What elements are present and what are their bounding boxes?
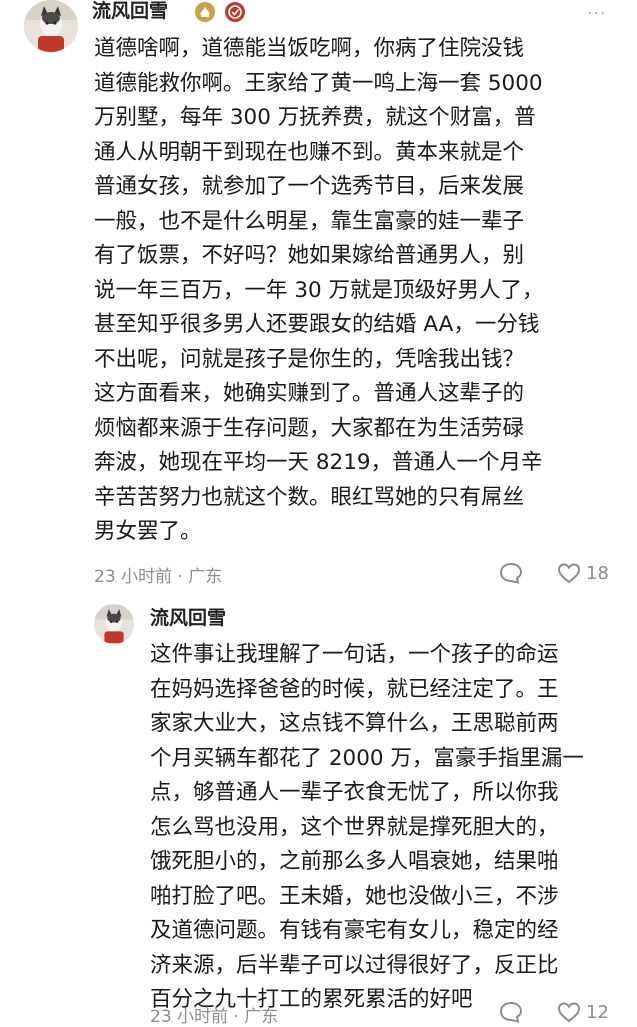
comment-line: 有了饭票，不好吗？她如果嫁给普通男人，别 [94, 243, 525, 268]
comment-line: 辛苦苦努力也就这个数。眼红骂她的只有屌丝 [94, 484, 525, 510]
comment-actions: 18 [498, 561, 609, 585]
comment-line: 饿死胆小的，之前那么多人唱衰她，结果啪 [150, 849, 559, 874]
like-count: 12 [586, 1001, 609, 1023]
like-button[interactable]: 18 [556, 561, 609, 585]
reply-button[interactable] [498, 561, 524, 585]
like-count: 18 [586, 562, 609, 584]
comment-line: 说一年三百万，一年 30 万就是顶级好男人了， [94, 277, 544, 303]
comment-line: 通人从明朝干到现在也赚不到。黄本来就是个 [94, 139, 525, 165]
avatar[interactable] [94, 604, 134, 644]
comment-actions: 12 [498, 1000, 609, 1024]
username[interactable]: 流风回雪 [92, 0, 168, 23]
comment-line: 这方面看来，她确实赚到了。普通人这辈子的 [94, 381, 525, 406]
heart-icon [557, 563, 581, 584]
comment-line: 道德能救你啊。王家给了黄一鸣上海一套 5000 [94, 70, 543, 96]
comment-text: 这件事让我理解了一句话，一个孩子的命运 在妈妈选择爸爸的时候，就已经注定了。王 … [150, 638, 584, 1018]
comment-line: 点，够普通人一辈子衣食无忧了，所以你我 [150, 780, 559, 805]
comment-line: 烦恼都来源于生存问题，大家都在为生活劳碌 [94, 415, 525, 441]
comment-line: 一般，也不是什么明星，靠生富豪的娃一辈子 [94, 208, 525, 234]
reply-bubble-icon [499, 562, 523, 584]
comment-reply: 流风回雪 这件事让我理解了一句话，一个孩子的命运 在妈妈选择爸爸的时候，就已经注… [0, 600, 637, 1027]
heart-icon [557, 1002, 581, 1023]
comment-line: 及道德问题。有钱有豪宅有女儿，稳定的经 [150, 918, 559, 943]
comment-line: 甚至知乎很多男人还要跟女的结婚 AA，一分钱 [94, 312, 540, 337]
avatar[interactable] [24, 0, 78, 52]
username[interactable]: 流风回雪 [150, 606, 226, 630]
comment-line: 男女罢了。 [94, 519, 202, 544]
comment-line: 怎么骂也没用，这个世界就是撑死胆大的， [150, 814, 559, 840]
comment-line: 个月买辆车都花了 2000 万，富豪手指里漏一 [150, 745, 584, 771]
level-badge-icon [195, 2, 215, 22]
comment-meta: 23 小时前 · 广东 [94, 567, 223, 587]
comment-line: 奔波，她现在平均一天 8219，普通人一个月辛 [94, 450, 543, 475]
avatar-cat-image [94, 604, 134, 644]
comment-text: 道德啥啊，道德能当饭吃啊，你病了住院没钱 道德能救你啊。王家给了黄一鸣上海一套 … [94, 32, 544, 550]
like-button[interactable]: 12 [556, 1000, 609, 1024]
comment-meta: 23 小时前 · 广东 [150, 1007, 279, 1027]
comment-line: 济来源，后半辈子可以过得很好了，反正比 [150, 952, 559, 978]
medal-badge-icon [225, 2, 245, 22]
reply-bubble-icon [499, 1001, 523, 1023]
reply-button[interactable] [498, 1000, 524, 1024]
avatar-cat-image [24, 0, 78, 52]
comment-line: 普通女孩，就参加了一个选秀节目，后来发展 [94, 174, 525, 199]
comment-line: 不出呢，问就是孩子是你生的，凭啥我出钱？ [94, 346, 525, 372]
comment-top: 流风回雪 ··· 道德啥啊，道德能当饭吃啊，你病了住院没钱 道德能救你啊。王家给… [0, 0, 637, 600]
comment-line: 这件事让我理解了一句话，一个孩子的命运 [150, 642, 559, 667]
comment-line: 家家大业大，这点钱不算什么，王思聪前两 [150, 711, 559, 736]
comment-line: 道德啥啊，道德能当饭吃啊，你病了住院没钱 [94, 36, 525, 61]
more-options-icon[interactable]: ··· [588, 6, 607, 22]
comment-line: 万别墅，每年 300 万抚养费，就这个财富，普 [94, 105, 536, 130]
comment-line: 啪打脸了吧。王未婚，她也没做小三，不涉 [150, 883, 559, 909]
comment-line: 在妈妈选择爸爸的时候，就已经注定了。王 [150, 676, 559, 702]
